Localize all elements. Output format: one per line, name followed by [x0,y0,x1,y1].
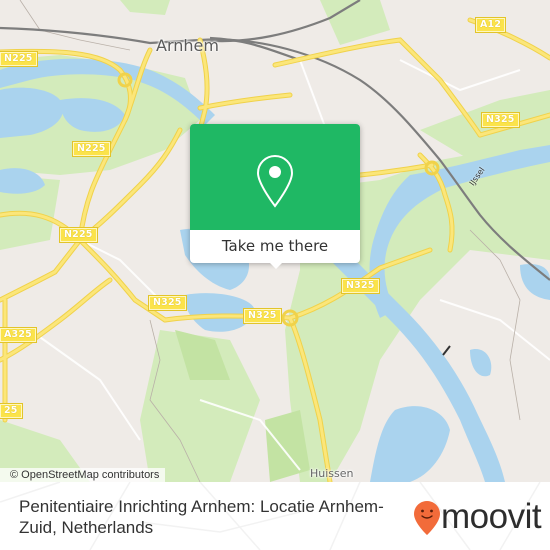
moovit-pin-icon [414,501,440,535]
road-shield-a12: A12 [474,17,507,33]
moovit-logo[interactable]: moovit [413,497,542,536]
road-shield-n325: N325 [481,112,520,128]
road-shield-n325: N325 [243,308,282,324]
popup-pointer [268,261,284,269]
road-shield-n325: 25 [0,403,23,419]
moovit-wordmark: moovit [441,497,542,536]
location-pin-icon [256,154,294,208]
location-popup[interactable]: Take me there [190,124,360,269]
road-shield-n225: N225 [72,141,111,157]
town-label-huissen: Huissen [310,467,354,480]
place-name: Penitentiaire Inrichting Arnhem: Locatie… [19,497,384,537]
city-label-arnhem: Arnhem [156,36,219,55]
map-attribution[interactable]: © OpenStreetMap contributors [0,468,166,482]
map-view[interactable]: Arnhem Huissen IJssel N225 N225 N225 A12… [0,0,550,482]
road-shield-n225: N225 [0,51,38,67]
road-shield-a325: A325 [0,327,37,343]
road-shield-n325: N325 [148,295,187,311]
popup-header [190,124,360,230]
footer: Penitentiaire Inrichting Arnhem: Locatie… [0,482,550,550]
road-shield-n225: N225 [59,227,98,243]
take-me-there-button[interactable]: Take me there [190,230,360,263]
road-shield-n325: N325 [341,278,380,294]
